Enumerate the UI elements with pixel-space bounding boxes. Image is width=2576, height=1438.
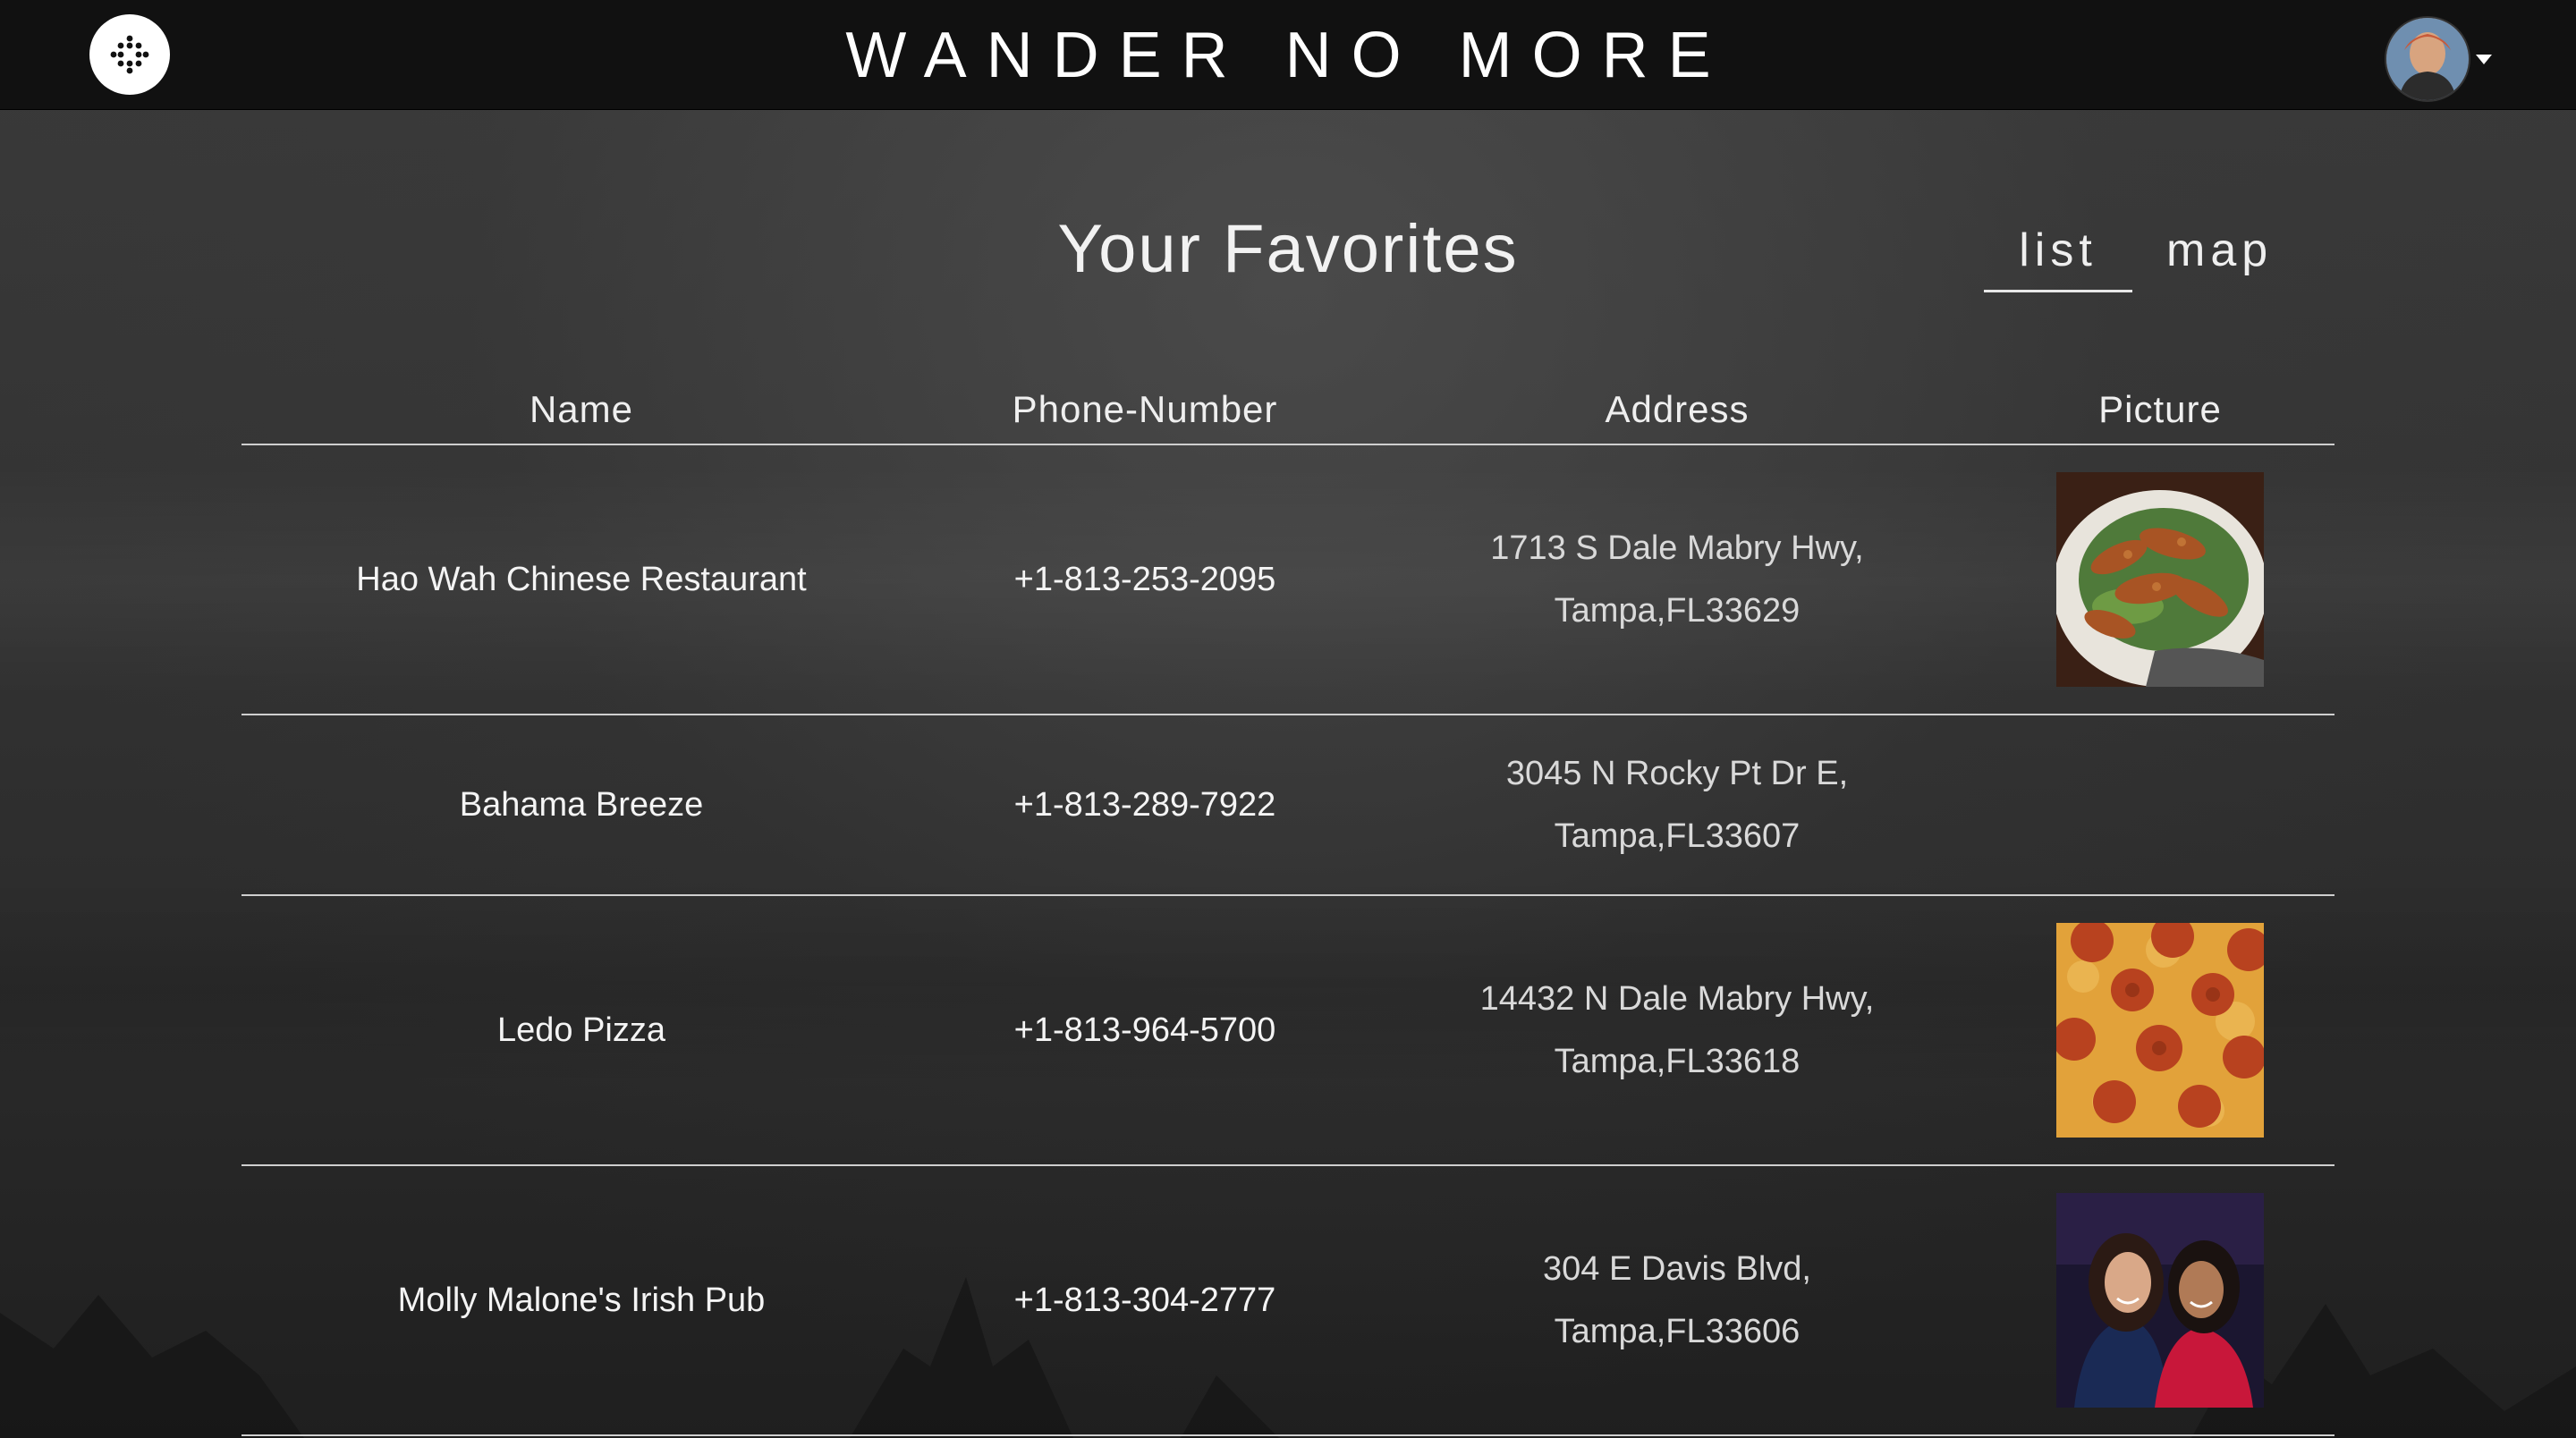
page: WANDER NO MORE Your Favorites list map N… bbox=[0, 0, 2576, 1438]
picture-cell bbox=[1986, 923, 2334, 1138]
address-line: 1713 S Dale Mabry Hwy, bbox=[1490, 529, 1864, 567]
table-header: Name Phone-Number Address Picture bbox=[242, 376, 2334, 445]
column-header-address: Address bbox=[1605, 388, 1750, 430]
restaurant-name[interactable]: Bahama Breeze bbox=[242, 786, 921, 825]
table-row[interactable]: Bahama Breeze +1-813-289-7922 3045 N Roc… bbox=[242, 715, 2334, 896]
column-header-picture: Picture bbox=[2098, 388, 2222, 430]
picture-cell bbox=[1986, 472, 2334, 687]
address-line: 14432 N Dale Mabry Hwy, bbox=[1479, 980, 1875, 1018]
tab-map[interactable]: map bbox=[2166, 224, 2273, 292]
tab-list[interactable]: list bbox=[1984, 224, 2132, 292]
caret-down-icon[interactable] bbox=[2476, 54, 2492, 64]
column-header-phone: Phone-Number bbox=[1012, 388, 1278, 430]
pepperoni-pizza-photo[interactable] bbox=[2056, 923, 2264, 1138]
restaurant-name[interactable]: Hao Wah Chinese Restaurant bbox=[242, 561, 921, 599]
picture-cell bbox=[1986, 1193, 2334, 1408]
two-women-photo[interactable] bbox=[2056, 1193, 2264, 1408]
phone-number: +1-813-289-7922 bbox=[1013, 785, 1276, 824]
address-line: Tampa,FL33607 bbox=[1554, 817, 1801, 855]
address: 14432 N Dale Mabry Hwy, Tampa,FL33618 bbox=[1368, 968, 1986, 1093]
phone-number: +1-813-253-2095 bbox=[1013, 560, 1276, 598]
restaurant-name[interactable]: Molly Malone's Irish Pub bbox=[242, 1282, 921, 1320]
address-line: Tampa,FL33629 bbox=[1554, 592, 1801, 630]
top-nav-bar: WANDER NO MORE bbox=[0, 0, 2576, 110]
address-line: 3045 N Rocky Pt Dr E, bbox=[1505, 755, 1849, 792]
user-avatar[interactable] bbox=[2385, 16, 2470, 102]
address-line: Tampa,FL33606 bbox=[1554, 1313, 1801, 1350]
favorites-table: Name Phone-Number Address Picture Hao Wa… bbox=[242, 376, 2334, 1436]
phone-number: +1-813-964-5700 bbox=[1013, 1011, 1276, 1049]
address-line: Tampa,FL33618 bbox=[1554, 1043, 1801, 1080]
column-header-name: Name bbox=[529, 388, 634, 430]
table-row[interactable]: Hao Wah Chinese Restaurant +1-813-253-20… bbox=[242, 445, 2334, 715]
user-menu[interactable] bbox=[2385, 16, 2492, 102]
table-row[interactable]: Molly Malone's Irish Pub +1-813-304-2777… bbox=[242, 1166, 2334, 1436]
view-toggle: list map bbox=[1984, 224, 2273, 292]
phone-number: +1-813-304-2777 bbox=[1013, 1281, 1276, 1319]
address: 304 E Davis Blvd, Tampa,FL33606 bbox=[1368, 1238, 1986, 1363]
table-row[interactable]: Ledo Pizza +1-813-964-5700 14432 N Dale … bbox=[242, 896, 2334, 1166]
brand-title: WANDER NO MORE bbox=[845, 20, 1731, 91]
address: 1713 S Dale Mabry Hwy, Tampa,FL33629 bbox=[1368, 517, 1986, 642]
address: 3045 N Rocky Pt Dr E, Tampa,FL33607 bbox=[1368, 742, 1986, 867]
restaurant-name[interactable]: Ledo Pizza bbox=[242, 1011, 921, 1050]
fried-food-photo[interactable] bbox=[2056, 472, 2264, 687]
address-line: 304 E Davis Blvd, bbox=[1543, 1250, 1811, 1288]
